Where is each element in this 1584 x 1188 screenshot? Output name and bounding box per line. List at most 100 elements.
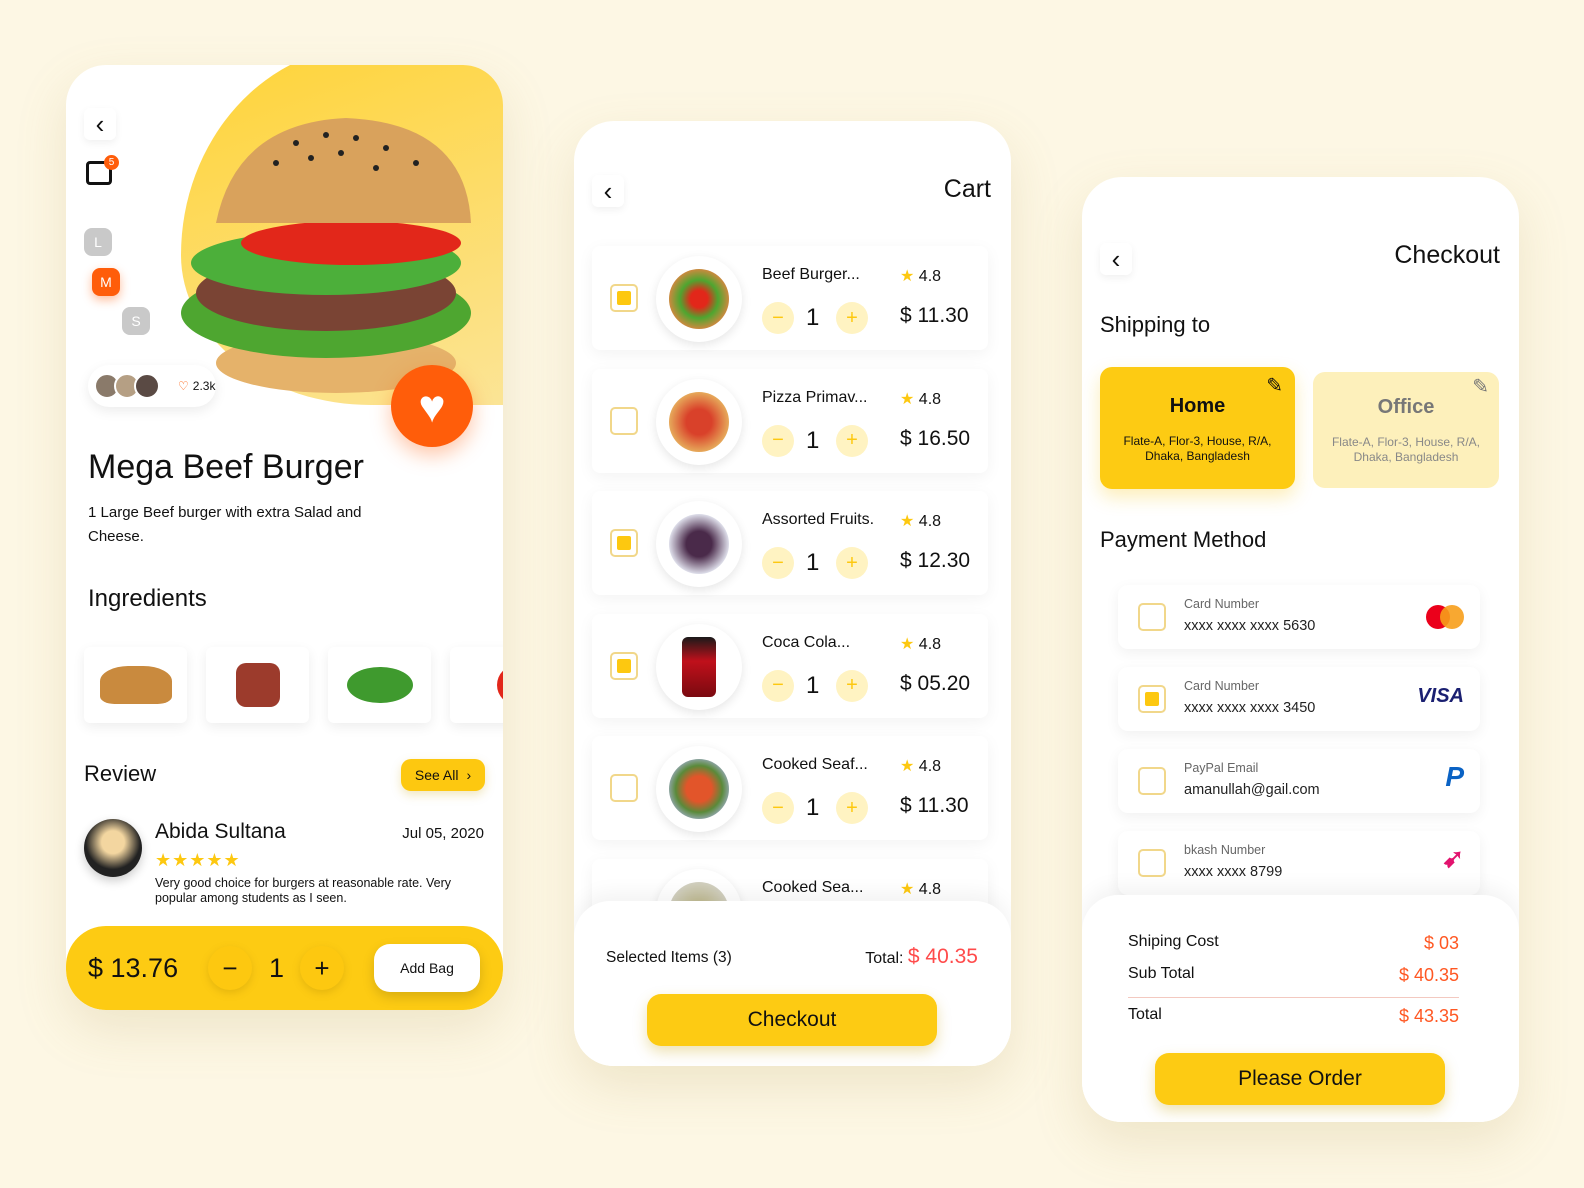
add-bag-button[interactable]: Add Bag bbox=[374, 944, 480, 992]
ingredient-bun[interactable] bbox=[84, 647, 187, 723]
back-button[interactable]: ‹ bbox=[1100, 243, 1132, 275]
item-quantity: 1 bbox=[806, 304, 820, 331]
food-thumbnail bbox=[656, 256, 742, 342]
payment-paypal[interactable]: PayPal Email amanullah@gail.com P bbox=[1118, 749, 1480, 813]
item-price: $ 11.30 bbox=[900, 794, 969, 817]
see-all-button[interactable]: See All › bbox=[401, 759, 485, 791]
food-thumbnail bbox=[656, 378, 742, 465]
star-icon: ★ bbox=[900, 390, 915, 408]
item-checkbox[interactable] bbox=[610, 406, 638, 435]
rating-value: 4.8 bbox=[918, 635, 942, 653]
checkout-screen: ‹ Checkout Shipping to ✎ Home Flate-A, F… bbox=[1082, 177, 1519, 1122]
ingredient-lettuce[interactable] bbox=[328, 647, 431, 723]
address-home[interactable]: ✎ Home Flate-A, Flor-3, House, R/A, Dhak… bbox=[1100, 367, 1295, 489]
favorite-button[interactable]: ♥ bbox=[391, 365, 473, 447]
decrease-quantity-button[interactable]: − bbox=[762, 424, 794, 457]
increase-quantity-button[interactable]: + bbox=[836, 424, 868, 457]
shipping-title: Shipping to bbox=[1100, 312, 1211, 337]
payment-checkbox[interactable] bbox=[1138, 849, 1166, 877]
product-title: Mega Beef Burger bbox=[88, 448, 364, 486]
edit-icon[interactable]: ✎ bbox=[1266, 373, 1283, 398]
payment-checkbox[interactable] bbox=[1138, 767, 1166, 795]
review-title: Review bbox=[84, 761, 157, 786]
bkash-logo: ➹ bbox=[1442, 843, 1464, 873]
size-l[interactable]: L bbox=[84, 228, 112, 256]
star-icon: ★ bbox=[900, 880, 915, 898]
item-name: Assorted Fruits. bbox=[762, 511, 875, 528]
size-m[interactable]: M bbox=[92, 268, 120, 296]
item-price: $ 16.50 bbox=[900, 426, 971, 450]
payment-label: PayPal Email bbox=[1184, 761, 1259, 775]
address-text: Flate-A, Flor-3, House, R/A, Dhaka, Bang… bbox=[1123, 434, 1272, 463]
cart-screen: ‹ Cart Beef Burger... ★ 4.8 − 1 + $ 11.3… bbox=[574, 121, 1011, 1066]
decrease-quantity-button[interactable]: − bbox=[762, 792, 794, 824]
increase-quantity-button[interactable]: + bbox=[300, 946, 344, 990]
cart-item[interactable]: Beef Burger... ★ 4.8 − 1 + $ 11.30 bbox=[592, 246, 988, 350]
reviewer-name: Abida Sultana bbox=[155, 820, 286, 843]
payment-label: bkash Number bbox=[1184, 843, 1266, 857]
product-detail-screen: ‹ 5 L M S ♡ 2.3k ♥ Mega Beef Burger 1 La… bbox=[66, 65, 503, 1010]
value: $ 03 bbox=[1423, 933, 1459, 953]
back-button[interactable]: ‹ bbox=[84, 108, 116, 140]
payment-mastercard[interactable]: Card Number xxxx xxxx xxxx 5630 bbox=[1118, 585, 1480, 649]
reviewer-avatar bbox=[84, 819, 142, 877]
edit-icon[interactable]: ✎ bbox=[1472, 374, 1489, 399]
increase-quantity-button[interactable]: + bbox=[836, 792, 868, 824]
shipping-cost-row: Shiping Cost $ 03 bbox=[1128, 933, 1459, 954]
rating-value: 4.8 bbox=[918, 390, 942, 408]
cart-item[interactable]: Assorted Fruits. ★ 4.8 − 1 + $ 12.30 bbox=[592, 491, 988, 595]
total-value: $ 40.35 bbox=[907, 945, 978, 968]
cart-item[interactable]: Cooked Seaf... ★ 4.8 − 1 + $ 11.30 bbox=[592, 736, 988, 840]
address-office[interactable]: ✎ Office Flate-A, Flor-3, House, R/A, Dh… bbox=[1313, 372, 1499, 488]
chevron-left-icon: ‹ bbox=[95, 108, 105, 139]
item-checkbox[interactable] bbox=[610, 651, 638, 680]
please-order-button[interactable]: Please Order bbox=[1155, 1053, 1445, 1105]
label: Shiping Cost bbox=[1128, 933, 1219, 950]
payment-value: xxxx xxxx xxxx 5630 bbox=[1184, 618, 1316, 634]
ingredient-tomato[interactable] bbox=[450, 647, 503, 723]
food-thumbnail bbox=[656, 746, 742, 832]
increase-quantity-button[interactable]: + bbox=[836, 547, 868, 579]
item-checkbox[interactable] bbox=[610, 529, 638, 557]
decrease-quantity-button[interactable]: − bbox=[762, 547, 794, 579]
payment-visa[interactable]: Card Number xxxx xxxx xxxx 3450 VISA bbox=[1118, 667, 1480, 731]
cart-item[interactable]: Pizza Primav... ★ 4.8 − 1 + $ 16.50 bbox=[592, 368, 988, 473]
food-thumbnail bbox=[656, 501, 742, 587]
ingredient-patty[interactable] bbox=[206, 647, 309, 723]
size-s[interactable]: S bbox=[122, 307, 150, 335]
chevron-left-icon: ‹ bbox=[1111, 243, 1121, 274]
subtotal-row: Sub Total $ 40.35 bbox=[1128, 965, 1459, 986]
increase-quantity-button[interactable]: + bbox=[836, 302, 868, 334]
increase-quantity-button[interactable]: + bbox=[836, 669, 868, 702]
cart-badge: 5 bbox=[104, 155, 119, 170]
checkout-button[interactable]: Checkout bbox=[647, 994, 937, 1046]
payment-checkbox[interactable] bbox=[1138, 603, 1166, 631]
item-checkbox[interactable] bbox=[610, 284, 638, 312]
add-to-bag-bar: $ 13.76 − 1 + Add Bag bbox=[66, 926, 503, 1010]
total-label: Total: bbox=[865, 950, 904, 967]
food-thumbnail bbox=[656, 623, 742, 710]
item-quantity: 1 bbox=[806, 549, 820, 576]
decrease-quantity-button[interactable]: − bbox=[208, 946, 252, 990]
total-row: Total $ 43.35 bbox=[1128, 1006, 1459, 1027]
decrease-quantity-button[interactable]: − bbox=[762, 302, 794, 334]
item-rating: ★ 4.8 bbox=[900, 756, 941, 776]
payment-checkbox[interactable] bbox=[1138, 685, 1166, 713]
item-quantity: 1 bbox=[806, 671, 820, 699]
divider bbox=[1128, 997, 1459, 998]
item-checkbox[interactable] bbox=[610, 774, 638, 802]
paypal-logo: P bbox=[1445, 761, 1464, 792]
item-quantity: 1 bbox=[806, 426, 820, 454]
checkout-title: Checkout bbox=[1394, 241, 1500, 269]
item-name: Coca Cola... bbox=[762, 633, 851, 651]
item-rating: ★ 4.8 bbox=[900, 634, 941, 654]
cart-title: Cart bbox=[943, 175, 991, 203]
cart-item[interactable]: Coca Cola... ★ 4.8 − 1 + $ 05.20 bbox=[592, 613, 988, 718]
back-button[interactable]: ‹ bbox=[592, 175, 624, 207]
payment-bkash[interactable]: bkash Number xxxx xxxx 8799 ➹ bbox=[1118, 831, 1480, 895]
item-name: Pizza Primav... bbox=[762, 388, 868, 406]
star-icon: ★ bbox=[900, 268, 915, 285]
address-name: Home bbox=[1169, 395, 1226, 417]
value: $ 40.35 bbox=[1398, 965, 1459, 985]
decrease-quantity-button[interactable]: − bbox=[762, 669, 794, 702]
